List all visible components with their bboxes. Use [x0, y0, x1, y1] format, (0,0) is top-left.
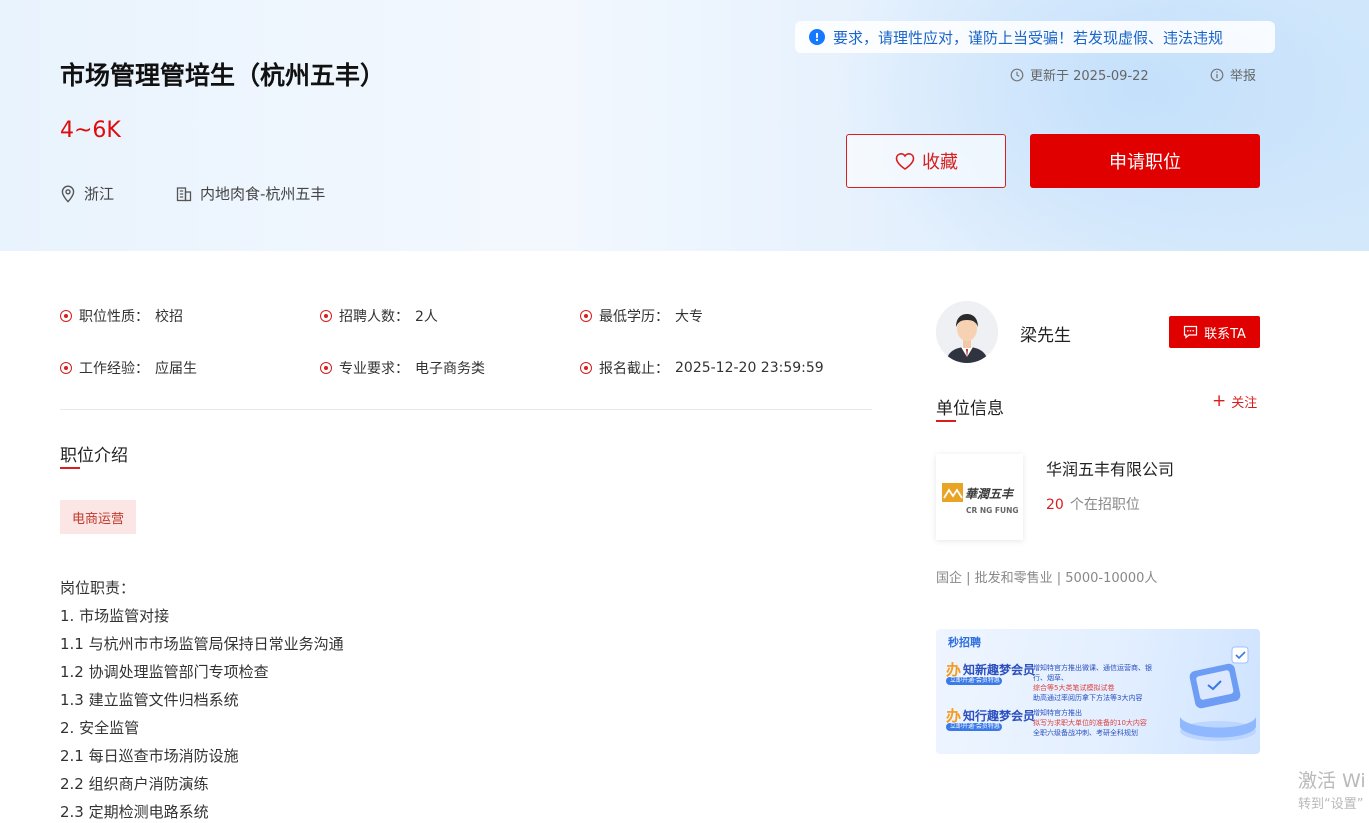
- description-line: 1. 市场监管对接: [60, 607, 170, 625]
- activation-watermark: 激活 Wi: [1298, 770, 1366, 792]
- bullet-dot-icon: [60, 310, 72, 322]
- description-line: 1.3 建立监管文件归档系统: [60, 691, 239, 709]
- person-avatar-icon: [936, 301, 998, 363]
- chat-bubble-icon: [1183, 325, 1198, 339]
- info-circle-icon: [1210, 68, 1224, 81]
- apply-button[interactable]: 申请职位: [1030, 134, 1260, 188]
- follow-button[interactable]: + 关注: [1212, 391, 1258, 412]
- description-line: 2.1 每日巡查市场消防设施: [60, 747, 239, 765]
- banner-item-sub: 立即开通·会员特惠: [946, 723, 1002, 731]
- open-jobs-label: 个在招职位: [1069, 497, 1140, 513]
- update-time: 更新于 2025-09-22: [1010, 65, 1149, 84]
- activation-watermark-hint: 转到“设置”: [1298, 797, 1364, 812]
- job-tag: 电商运营: [60, 500, 137, 534]
- description-line: 2.3 定期检测电路系统: [60, 803, 209, 821]
- description-line: 岗位职责：: [60, 579, 136, 597]
- job-description: 岗位职责： 1. 市场监管对接 1.1 与杭州市市场监管局保持日常业务沟通 1.…: [60, 574, 344, 823]
- bullet-dot-icon: [320, 362, 332, 374]
- favorite-button[interactable]: 收藏: [846, 134, 1006, 188]
- banner-brand: 秒招聘: [948, 636, 981, 649]
- intro-section-title: 职位介绍: [60, 446, 128, 466]
- organization-text: 内地肉食-杭州五丰: [200, 185, 326, 203]
- bullet-dot-icon: [60, 362, 72, 374]
- building-icon: [176, 186, 192, 201]
- open-jobs[interactable]: 20 个在招职位: [1046, 494, 1140, 514]
- membership-banner[interactable]: 秒招聘 办 知新趣梦会员 立即开通·会员特惠 增知特官方推出微课、通信运营商、银…: [936, 629, 1260, 754]
- description-line: 2.2 组织商户消防演练: [60, 775, 209, 793]
- contact-label: 联系TA: [1204, 326, 1246, 342]
- report-link[interactable]: 举报: [1210, 65, 1256, 84]
- description-line: 2. 安全监管: [60, 719, 140, 737]
- attribute-item: 招聘人数： 2人: [320, 306, 438, 326]
- company-meta: 国企 | 批发和零售业 | 5000-10000人: [936, 571, 1158, 586]
- attribute-item: 工作经验： 应届生: [60, 358, 197, 378]
- contact-button[interactable]: 联系TA: [1169, 316, 1260, 348]
- info-icon: !: [809, 29, 825, 45]
- attribute-item: 专业要求： 电子商务类: [320, 358, 485, 378]
- banner-item-text: 增知特官方推出 拟写为求职大单位的准备的10大内容 全职六级备战冲刺、考研全科规…: [1033, 709, 1147, 737]
- company-logo[interactable]: 華潤五丰 CR NG FUNG: [936, 454, 1023, 540]
- job-location: 浙江: [60, 183, 114, 204]
- notice-text: 要求，请理性应对，谨防上当受骗！若发现虚假、违法违规: [833, 28, 1224, 47]
- clock-icon: [1010, 68, 1024, 81]
- report-text: 举报: [1230, 69, 1257, 84]
- company-name[interactable]: 华润五丰有限公司: [1046, 456, 1174, 480]
- job-title: 市场管理管培生（杭州五丰）: [60, 61, 386, 90]
- favorite-label: 收藏: [922, 152, 958, 173]
- company-logo-mark: 華潤五丰 CR NG FUNG: [942, 483, 1019, 515]
- unit-info-title: 单位信息: [936, 399, 1004, 419]
- unit-title-underline: [936, 420, 956, 422]
- location-pin-icon: [61, 184, 75, 203]
- banner-illustration-icon: [1180, 646, 1256, 741]
- salary: 4~6K: [60, 118, 121, 143]
- job-organization: 内地肉食-杭州五丰: [176, 183, 325, 204]
- logo-chinese-text: 華潤五丰: [965, 487, 1015, 501]
- attribute-item: 最低学历： 大专: [580, 306, 703, 326]
- intro-title-underline: [60, 467, 80, 469]
- open-jobs-count: 20: [1046, 497, 1064, 513]
- bullet-dot-icon: [580, 310, 592, 322]
- description-line: 1.1 与杭州市市场监管局保持日常业务沟通: [60, 635, 344, 653]
- follow-label: 关注: [1231, 396, 1258, 411]
- location-text: 浙江: [84, 185, 115, 203]
- attribute-item: 报名截止： 2025-12-20 23:59:59: [580, 358, 824, 378]
- recruiter-name: 梁先生: [1020, 326, 1071, 346]
- logo-english-text: CR NG FUNG: [966, 506, 1019, 515]
- update-text: 更新于 2025-09-22: [1030, 69, 1149, 84]
- heart-icon: [895, 153, 915, 170]
- bullet-dot-icon: [320, 310, 332, 322]
- bullet-dot-icon: [580, 362, 592, 374]
- recruiter-avatar: [936, 301, 998, 363]
- section-divider: [60, 409, 872, 410]
- description-line: 1.2 协调处理监管部门专项检查: [60, 663, 269, 681]
- banner-item-text: 增知特官方推出微课、通信运营商、银行、烟草、 综合等5大类笔试模拟试卷 助高通过…: [1033, 664, 1152, 702]
- banner-item-sub: 立即开通·会员特惠: [946, 677, 1002, 685]
- fraud-notice: ! 要求，请理性应对，谨防上当受骗！若发现虚假、违法违规: [795, 21, 1275, 53]
- plus-icon: +: [1212, 391, 1227, 411]
- attribute-item: 职位性质： 校招: [60, 306, 183, 326]
